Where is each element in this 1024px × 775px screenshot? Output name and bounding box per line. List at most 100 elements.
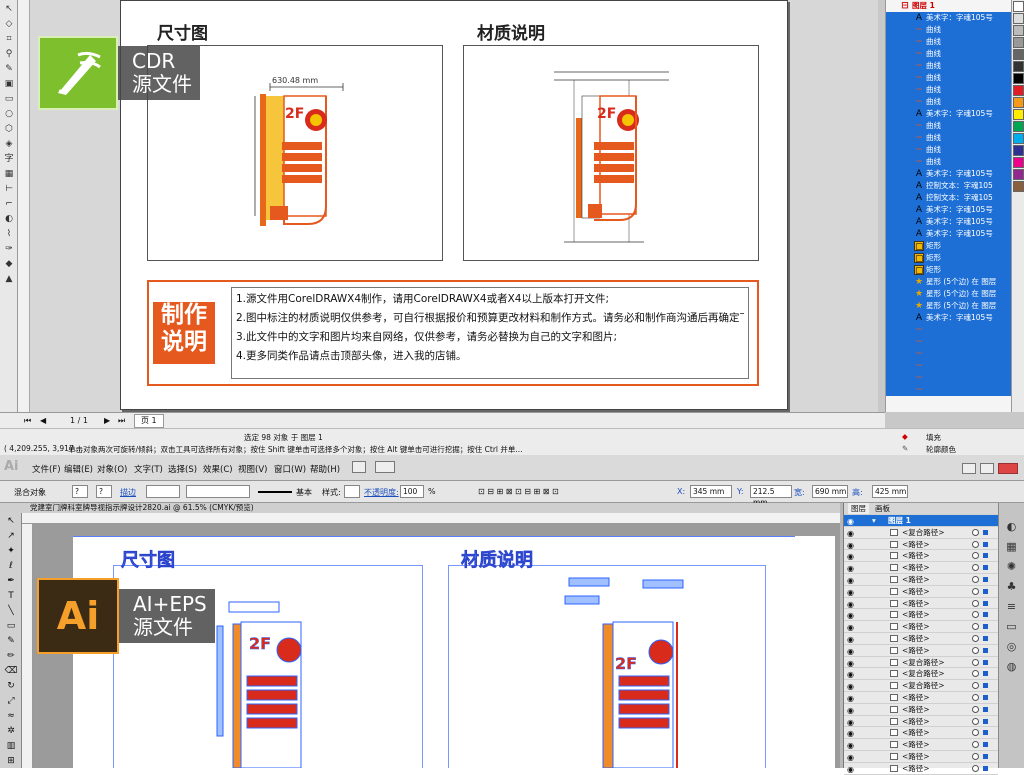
- zoom-tool-icon[interactable]: ⚲: [2, 48, 16, 60]
- selection-square-icon[interactable]: [983, 553, 988, 559]
- warp-tool-icon[interactable]: ≈: [2, 710, 20, 723]
- layer-item-row[interactable]: ◉ <路径>: [844, 633, 998, 645]
- minimize-button[interactable]: [962, 463, 976, 474]
- stroke-weight-field[interactable]: [146, 485, 180, 498]
- object-row[interactable]: A 美术字：字魂105号: [886, 108, 1011, 120]
- layer-item-row[interactable]: ◉ <路径>: [844, 586, 998, 598]
- swatch-grey-30[interactable]: [1013, 25, 1024, 36]
- object-row[interactable]: ~: [886, 372, 1011, 384]
- first-page-button[interactable]: ⏮: [24, 413, 31, 428]
- tab-artboards[interactable]: 画板: [872, 503, 893, 514]
- object-row[interactable]: ★ 星形 (5个边) 在 图层: [886, 288, 1011, 300]
- selection-square-icon[interactable]: [983, 576, 988, 582]
- selection-square-icon[interactable]: [983, 635, 988, 641]
- selection-square-icon[interactable]: [983, 765, 988, 771]
- object-row[interactable]: A 美术字：字魂105号: [886, 216, 1011, 228]
- object-row[interactable]: ★ 星形 (5个边) 在 图层: [886, 300, 1011, 312]
- target-circle-icon[interactable]: [972, 575, 979, 583]
- transparency-panel-icon[interactable]: ◎: [1005, 637, 1018, 657]
- selection-tool-icon[interactable]: ↖: [2, 515, 20, 528]
- layer-item-row[interactable]: ◉ <路径>: [844, 598, 998, 610]
- target-circle-icon[interactable]: [972, 611, 979, 619]
- visibility-eye-icon[interactable]: ◉: [847, 681, 854, 692]
- align-icons[interactable]: ⊡ ⊟ ⊞ ⊠ ⊡ ⊟ ⊞ ⊠ ⊡: [478, 487, 559, 496]
- visibility-eye-icon[interactable]: ◉: [847, 728, 854, 739]
- shape-tool-icon[interactable]: ◇: [2, 18, 16, 30]
- layer-item-row[interactable]: ◉ <路径>: [844, 609, 998, 622]
- target-circle-icon[interactable]: [972, 634, 979, 642]
- menu-object[interactable]: 对象(O): [97, 463, 127, 475]
- visibility-eye-icon[interactable]: ◉: [847, 516, 854, 527]
- selection-square-icon[interactable]: [983, 753, 988, 759]
- target-circle-icon[interactable]: [972, 552, 979, 560]
- layer-item-row[interactable]: ◉ <路径>: [844, 716, 998, 728]
- swatch-red[interactable]: [1013, 85, 1024, 96]
- y-field[interactable]: 212.5 mm: [750, 485, 792, 507]
- menu-file[interactable]: 文件(F): [32, 463, 61, 475]
- graphic-style-select[interactable]: [344, 485, 360, 498]
- fill-select[interactable]: ?: [72, 485, 88, 498]
- menu-edit[interactable]: 编辑(E): [64, 463, 93, 475]
- visibility-eye-icon[interactable]: ◉: [847, 599, 854, 610]
- visibility-eye-icon[interactable]: ◉: [847, 705, 854, 716]
- arrange-documents-button[interactable]: [375, 461, 395, 473]
- menu-help[interactable]: 帮助(H): [310, 463, 340, 475]
- layer-item-row[interactable]: ◉ <路径>: [844, 704, 998, 716]
- swatch-cyan[interactable]: [1013, 133, 1024, 144]
- layer-item-row[interactable]: ◉ <复合路径>: [844, 657, 998, 669]
- table-tool-icon[interactable]: ▦: [2, 168, 16, 180]
- selection-square-icon[interactable]: [983, 694, 988, 700]
- swatch-brown[interactable]: [1013, 181, 1024, 192]
- object-row[interactable]: ~ 曲线: [886, 120, 1011, 132]
- selection-square-icon[interactable]: [983, 718, 988, 724]
- next-page-button[interactable]: ▶: [104, 413, 110, 428]
- visibility-eye-icon[interactable]: ◉: [847, 658, 854, 669]
- menu-view[interactable]: 视图(V): [238, 463, 267, 475]
- target-circle-icon[interactable]: [972, 587, 979, 595]
- blend-tool-icon[interactable]: ◐: [2, 213, 16, 225]
- target-circle-icon[interactable]: [972, 623, 979, 631]
- symbols-panel-icon[interactable]: ♣: [1005, 577, 1018, 597]
- scale-tool-icon[interactable]: ⤢: [2, 695, 20, 708]
- layer-item-row[interactable]: ◉ <路径>: [844, 550, 998, 563]
- swatch-white[interactable]: [1013, 1, 1024, 12]
- selection-square-icon[interactable]: [983, 671, 988, 677]
- connector-tool-icon[interactable]: ⌐: [2, 198, 16, 210]
- crop-tool-icon[interactable]: ⌗: [2, 33, 16, 45]
- target-circle-icon[interactable]: [972, 670, 979, 678]
- object-row[interactable]: ~ 曲线: [886, 84, 1011, 96]
- target-circle-icon[interactable]: [972, 764, 979, 772]
- rectangle-tool-icon[interactable]: ▭: [2, 93, 16, 105]
- stroke-panel-icon[interactable]: ≡: [1005, 597, 1018, 617]
- visibility-eye-icon[interactable]: ◉: [847, 551, 854, 562]
- target-circle-icon[interactable]: [972, 717, 979, 725]
- visibility-eye-icon[interactable]: ◉: [847, 528, 854, 539]
- layer-row-main[interactable]: ◉ ▾ 图层 1: [844, 515, 998, 527]
- object-row[interactable]: ★ 星形 (5个边) 在 图层: [886, 276, 1011, 288]
- outline-tool-icon[interactable]: ✑: [2, 243, 16, 255]
- swatch-grey-10[interactable]: [1013, 13, 1024, 24]
- ai-document-tab[interactable]: 党建室门牌科室牌导视指示牌设计2820.ai @ 61.5% (CMYK/预览): [0, 503, 840, 513]
- object-row[interactable]: ~: [886, 360, 1011, 372]
- page-tab[interactable]: 页 1: [134, 414, 164, 428]
- target-circle-icon[interactable]: [972, 564, 979, 572]
- swatch-purple[interactable]: [1013, 169, 1024, 180]
- pen-tool-icon[interactable]: ✒: [2, 575, 20, 588]
- layer-item-row[interactable]: ◉ <路径>: [844, 621, 998, 633]
- target-circle-icon[interactable]: [972, 646, 979, 654]
- swatch-orange[interactable]: [1013, 97, 1024, 108]
- visibility-eye-icon[interactable]: ◉: [847, 575, 854, 586]
- variable-width-field[interactable]: [186, 485, 250, 498]
- visibility-eye-icon[interactable]: ◉: [847, 740, 854, 751]
- expand-arrow-icon[interactable]: ▾: [872, 515, 876, 526]
- swatch-black[interactable]: [1013, 73, 1024, 84]
- swatch-blue[interactable]: [1013, 145, 1024, 156]
- target-circle-icon[interactable]: [972, 693, 979, 701]
- opacity-field[interactable]: 100: [400, 485, 424, 498]
- visibility-eye-icon[interactable]: ◉: [847, 693, 854, 704]
- graph-tool-icon[interactable]: ▥: [2, 740, 20, 753]
- visibility-eye-icon[interactable]: ◉: [847, 540, 854, 551]
- smart-fill-icon[interactable]: ▣: [2, 78, 16, 90]
- object-row[interactable]: A 控制文本：字魂105: [886, 180, 1011, 192]
- type-tool-icon[interactable]: T: [2, 590, 20, 603]
